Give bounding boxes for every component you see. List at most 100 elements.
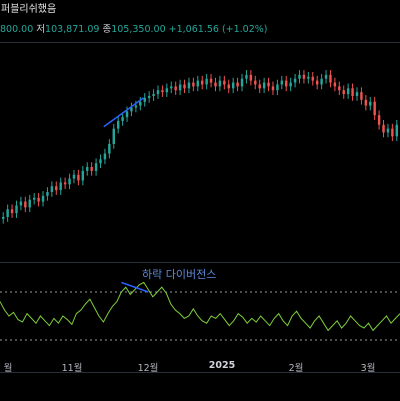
candle-body (329, 74, 332, 83)
candle-body (46, 192, 49, 196)
candle-body (108, 144, 111, 154)
candle-body (187, 82, 191, 89)
candle-body (276, 84, 279, 91)
candle-body (15, 205, 18, 214)
rsi-line (0, 281, 400, 332)
candle-body (10, 209, 14, 214)
time-axis-label: 12월 (137, 363, 159, 374)
candle-body (209, 78, 213, 83)
pane-divider[interactable] (0, 262, 400, 263)
candle-body (72, 174, 76, 179)
candle-body (2, 216, 5, 219)
candle-body (170, 86, 173, 89)
candle-body (165, 88, 169, 93)
candle-body (50, 186, 54, 192)
candle-body (161, 90, 164, 93)
time-axis-label: 3월 (360, 363, 376, 374)
candle-body (81, 170, 85, 181)
candle-body (174, 86, 177, 91)
candle-body (395, 124, 399, 137)
candle-body (355, 92, 359, 96)
candle-body (134, 105, 138, 108)
candle-body (351, 88, 354, 96)
candle-body (373, 101, 376, 116)
candle-body (223, 80, 226, 85)
time-axis-label: 11월 (61, 363, 83, 374)
candle-body (116, 120, 120, 129)
candle-body (86, 167, 89, 171)
candle-body (236, 82, 239, 87)
candle-body (218, 80, 222, 87)
price-divergence-line (103, 97, 144, 128)
candle-body (156, 90, 160, 95)
time-axis-label: 2월 (288, 363, 304, 374)
candle-body (307, 76, 310, 79)
candle-body (320, 78, 323, 85)
candle-body (19, 201, 23, 206)
candle-body (280, 80, 284, 85)
divergence-annotation[interactable]: 하락 다이버전스 (142, 266, 216, 282)
candle-body (24, 201, 27, 208)
candle-body (68, 178, 71, 185)
candle-body (63, 182, 67, 185)
candle-body (90, 167, 93, 171)
candle-body (360, 92, 363, 100)
candle-body (152, 94, 155, 96)
candle-body (382, 124, 385, 133)
candle-body (77, 174, 80, 181)
time-axis-label: 월 (3, 363, 13, 374)
candle-body (364, 99, 368, 106)
candle-body (333, 82, 337, 87)
candle-body (254, 80, 257, 85)
candle-body (183, 84, 186, 89)
candle-body (258, 84, 261, 89)
time-axis[interactable] (0, 372, 400, 401)
candle-body (147, 96, 151, 98)
candle-body (267, 82, 270, 87)
candle-body (192, 82, 195, 87)
candle-body (245, 74, 248, 79)
candle-body (262, 82, 266, 89)
candle-body (302, 74, 306, 79)
candle-body (99, 159, 102, 164)
candle-body (6, 209, 9, 217)
time-axis-label: 2025 (208, 360, 236, 371)
candle-body (41, 195, 45, 202)
candle-body (231, 82, 235, 89)
candle-body (285, 80, 288, 87)
candle-body (369, 101, 372, 106)
candle-body (377, 115, 381, 125)
candle-body (178, 84, 182, 91)
candle-body (386, 128, 390, 133)
candle-body (293, 78, 297, 83)
candle-body (271, 86, 275, 91)
candle-body (289, 82, 292, 87)
candle-body (311, 76, 314, 81)
candle-body (94, 163, 98, 171)
candle-body (240, 78, 244, 87)
candle-body (112, 128, 115, 144)
candle-body (342, 90, 345, 95)
candle-body (28, 199, 31, 208)
candle-body (227, 84, 230, 89)
candle-body (346, 88, 350, 95)
candle-body (59, 182, 62, 191)
candle-body (205, 78, 208, 85)
price-chart[interactable] (0, 0, 400, 400)
candle-body (139, 101, 142, 106)
candle-body (121, 117, 124, 121)
candle-body (125, 111, 129, 118)
candle-body (55, 186, 58, 191)
candle-body (214, 82, 217, 87)
candle-body (249, 74, 253, 81)
candle-body (37, 197, 40, 202)
candle-body (324, 74, 328, 79)
candle-body (315, 80, 319, 85)
candle-body (32, 197, 36, 200)
candle-body (298, 74, 301, 79)
candle-body (338, 86, 341, 91)
candle-body (201, 80, 204, 85)
candle-body (196, 80, 200, 87)
candle-body (391, 128, 394, 137)
candle-body (103, 153, 107, 160)
